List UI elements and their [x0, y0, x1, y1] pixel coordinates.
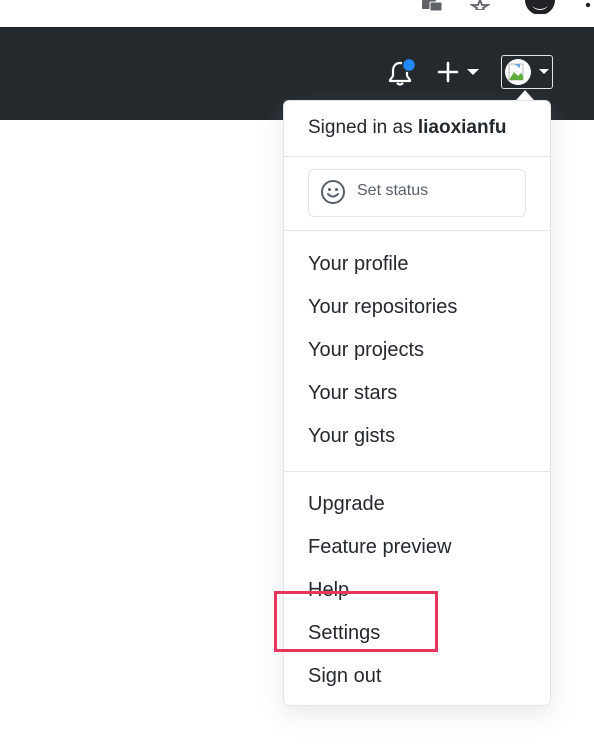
set-status-label: Set status: [357, 182, 429, 199]
smiley-icon: [321, 180, 345, 204]
menu-item-your-profile[interactable]: Your profile: [308, 252, 408, 276]
star-icon[interactable]: [470, 0, 490, 10]
user-dropdown-menu: Signed in as liaoxianfu Set status Your …: [283, 100, 551, 706]
menu-item-your-stars[interactable]: Your stars: [308, 381, 397, 405]
menu-item-your-projects[interactable]: Your projects: [308, 338, 424, 362]
more-icon[interactable]: [584, 0, 592, 10]
menu-item-help[interactable]: Help: [308, 578, 349, 602]
divider: [284, 156, 550, 157]
plus-icon: [437, 61, 479, 83]
menu-item-sign-out[interactable]: Sign out: [308, 664, 381, 688]
username: liaoxianfu: [417, 117, 507, 138]
menu-item-feature-preview[interactable]: Feature preview: [308, 535, 451, 559]
create-new-button[interactable]: [436, 60, 484, 84]
caret-down-icon: [539, 69, 549, 74]
set-status-button[interactable]: Set status: [308, 169, 526, 217]
menu-item-your-gists[interactable]: Your gists: [308, 424, 395, 448]
menu-item-settings[interactable]: Settings: [308, 621, 380, 645]
user-menu-button[interactable]: [501, 55, 553, 89]
avatar: [505, 59, 549, 85]
notification-badge: [401, 57, 417, 73]
signed-in-header: Signed in as liaoxianfu: [308, 117, 507, 139]
profile-icon[interactable]: [522, 0, 558, 14]
menu-item-upgrade[interactable]: Upgrade: [308, 492, 385, 516]
caret-down-icon: [467, 69, 479, 75]
signed-in-label: Signed in as: [308, 117, 413, 138]
notifications-button[interactable]: [387, 57, 417, 87]
menu-item-your-repositories[interactable]: Your repositories: [308, 295, 457, 319]
translate-icon[interactable]: [420, 0, 444, 12]
divider: [284, 230, 550, 231]
bell-icon: [388, 57, 417, 86]
divider: [284, 471, 550, 472]
browser-toolbar: [0, 0, 594, 27]
